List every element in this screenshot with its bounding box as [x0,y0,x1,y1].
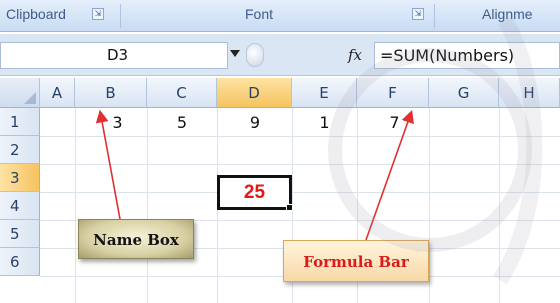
row-header-5[interactable]: 5 [0,220,40,248]
font-launcher-icon[interactable]: ⇲ [412,8,424,20]
row-header-2[interactable]: 2 [0,136,40,164]
cell-c1[interactable]: 5 [152,111,212,135]
fill-handle[interactable] [286,204,293,211]
name-box-dropdown-icon[interactable] [230,50,240,57]
ribbon-separator [120,4,121,28]
gridline [499,108,500,303]
row-header-6[interactable]: 6 [0,248,40,276]
gridline [147,108,148,303]
ribbon-separator [434,4,435,28]
cell-f1[interactable]: 7 [367,111,422,135]
column-header-b[interactable]: B [75,78,147,108]
ribbon-group-clipboard: Clipboard [6,6,66,22]
name-box-callout: Name Box [78,219,194,259]
gridline [429,108,430,303]
gridline [40,192,560,193]
clipboard-launcher-icon[interactable]: ⇲ [92,8,104,20]
formula-bar-row: D3 fx =SUM(Numbers) [0,34,560,76]
column-header-d[interactable]: D [217,78,292,108]
column-header-a[interactable]: A [40,78,75,108]
active-cell-d3[interactable]: 25 [217,175,292,210]
cell-d1[interactable]: 9 [225,111,285,135]
column-header-h[interactable]: H [499,78,560,108]
cell-b1[interactable]: 3 [90,111,145,135]
row-header-3[interactable]: 3 [0,164,40,192]
row-header-4[interactable]: 4 [0,192,40,220]
gridline [75,108,76,303]
name-box[interactable]: D3 [0,42,228,69]
insert-function-icon[interactable]: fx [340,42,370,68]
gridline [40,164,560,165]
formula-bar-callout: Formula Bar [283,240,429,282]
cell-e1[interactable]: 1 [297,111,352,135]
select-all-corner[interactable] [0,78,40,108]
column-header-e[interactable]: E [292,78,357,108]
gridline [40,136,560,137]
row-header-1[interactable]: 1 [0,108,40,136]
column-header-g[interactable]: G [429,78,499,108]
column-header-f[interactable]: F [357,78,429,108]
ribbon-group-alignment: Alignme [482,6,533,22]
column-header-c[interactable]: C [147,78,217,108]
ribbon-group-font: Font [245,6,274,22]
ribbon-group-labels: Clipboard ⇲ Font ⇲ Alignme [0,0,560,32]
formula-bar-resize-handle[interactable] [246,43,264,67]
formula-input[interactable]: =SUM(Numbers) [374,42,560,69]
